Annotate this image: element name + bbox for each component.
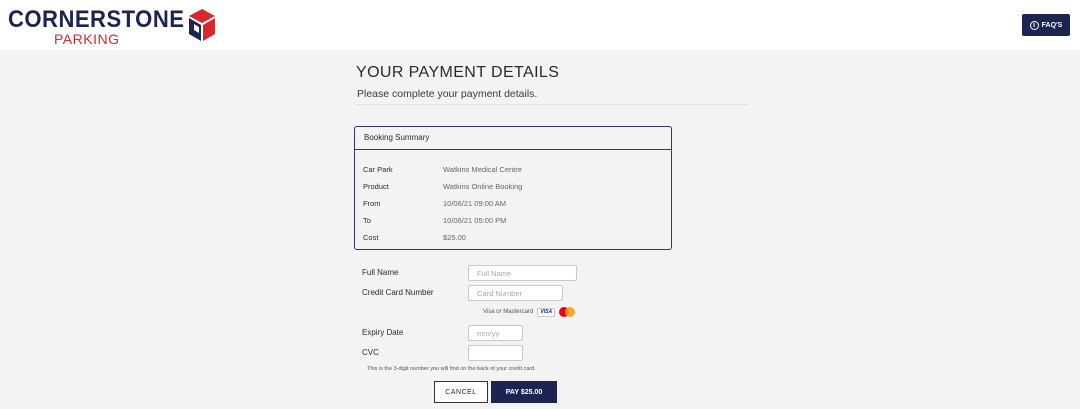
expiry-date-label: Expiry Date [362, 328, 404, 337]
pay-button[interactable]: PAY $25.00 [491, 381, 557, 403]
accepted-cards-text: Visa or Mastercard [483, 309, 534, 315]
cvc-input[interactable] [468, 345, 523, 361]
summary-label: Product [363, 182, 389, 191]
faq-button[interactable]: i FAQ'S [1022, 14, 1070, 36]
title-divider [356, 104, 748, 105]
cvc-help-text: This is the 3-digit number you will find… [367, 366, 536, 372]
logo-wordmark: CORNERSTONE [8, 6, 185, 33]
cancel-button[interactable]: CANCEL [434, 381, 488, 403]
full-name-input[interactable] [468, 265, 577, 281]
info-icon: i [1029, 20, 1039, 30]
logo-mark-icon [189, 9, 215, 41]
summary-label: Cost [363, 233, 379, 242]
visa-icon: VISA [537, 307, 556, 317]
summary-label: Car Park [363, 165, 393, 174]
logo-subtitle: PARKING [54, 31, 120, 47]
booking-summary-rows: Car Park Watkins Medical Centre Product … [363, 161, 522, 246]
booking-summary-heading: Booking Summary [355, 127, 671, 150]
summary-row-product: Product Watkins Online Booking [363, 178, 522, 195]
card-number-input[interactable] [468, 285, 563, 301]
cvc-label: CVC [362, 348, 379, 357]
page-subtitle: Please complete your payment details. [357, 88, 538, 100]
accepted-cards-note: Visa or Mastercard VISA [483, 307, 576, 317]
full-name-label: Full Name [362, 268, 399, 277]
card-number-label: Credit Card Number [362, 288, 434, 297]
cornerstone-parking-logo[interactable]: CORNERSTONE PARKING [8, 6, 228, 48]
summary-label: From [363, 199, 381, 208]
summary-value: Watkins Medical Centre [443, 165, 522, 174]
top-bar: CORNERSTONE PARKING i FAQ'S [0, 0, 1080, 50]
expiry-date-input[interactable] [468, 325, 523, 341]
mastercard-icon [559, 307, 576, 317]
booking-summary-panel: Booking Summary Car Park Watkins Medical… [354, 126, 672, 250]
summary-value: 10/06/21 09:00 AM [443, 199, 506, 208]
page-title: YOUR PAYMENT DETAILS [356, 64, 560, 81]
summary-value: 10/06/21 05:00 PM [443, 216, 507, 225]
faq-label: FAQ'S [1041, 21, 1063, 29]
summary-row-car-park: Car Park Watkins Medical Centre [363, 161, 522, 178]
summary-label: To [363, 216, 371, 225]
summary-value: Watkins Online Booking [443, 182, 523, 191]
summary-row-cost: Cost $25.00 [363, 229, 522, 246]
summary-value: $25.00 [443, 233, 466, 242]
summary-row-from: From 10/06/21 09:00 AM [363, 195, 522, 212]
summary-row-to: To 10/06/21 05:00 PM [363, 212, 522, 229]
